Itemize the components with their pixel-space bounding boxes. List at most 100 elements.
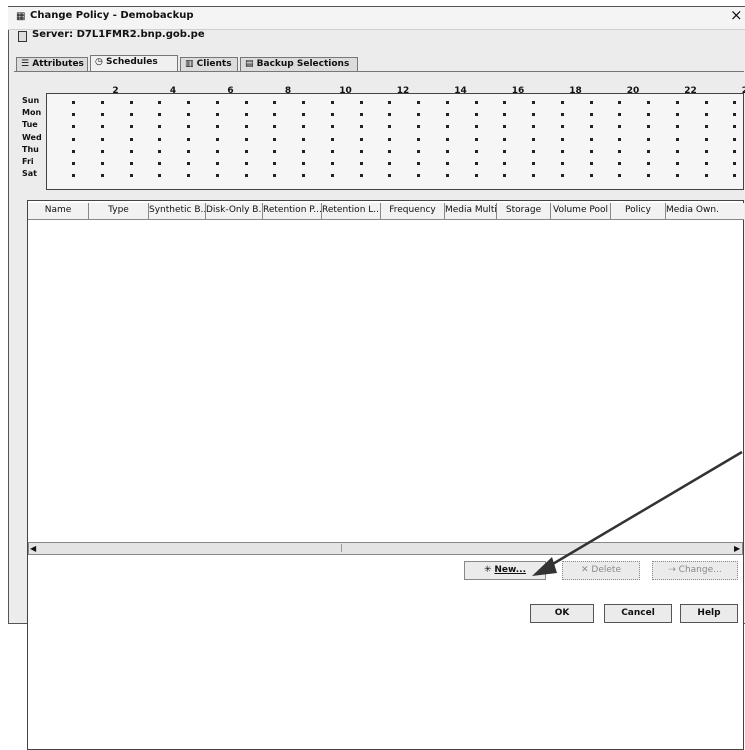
change-button[interactable]: ⇢ Change...: [652, 561, 738, 580]
grid-cell-marker: [445, 162, 449, 165]
grid-cell-marker: [359, 174, 363, 178]
schedules-table[interactable]: [27, 200, 744, 750]
grid-cell-marker: [417, 174, 420, 178]
cancel-button[interactable]: Cancel: [604, 604, 672, 623]
grid-cell-marker: [215, 113, 219, 117]
grid-cell-marker: [532, 162, 535, 165]
column-header[interactable]: Media Own...: [665, 203, 719, 219]
grid-cell-marker: [503, 113, 507, 117]
grid-cell-marker: [474, 125, 478, 129]
grid-cell-marker: [244, 174, 248, 178]
grid-cell-marker: [302, 101, 305, 104]
grid-cell-marker: [560, 125, 564, 129]
day-label: Sat: [22, 169, 37, 179]
grid-cell-marker: [129, 125, 133, 129]
day-label: Thu: [22, 144, 39, 154]
grid-cell-marker: [474, 174, 478, 178]
grid-cell-marker: [417, 101, 420, 104]
grid-cell-marker: [445, 137, 449, 141]
grid-cell-marker: [129, 149, 133, 153]
grid-cell-marker: [532, 174, 535, 178]
help-button[interactable]: Help: [680, 604, 738, 623]
grid-cell-marker: [100, 174, 104, 178]
column-header[interactable]: Retention L...: [321, 203, 380, 219]
grid-cell-marker: [647, 101, 650, 104]
grid-cell-marker: [618, 113, 622, 117]
grid-cell-marker: [72, 113, 75, 117]
server-icon: [18, 31, 27, 42]
tab-backup-selections[interactable]: ▤ Backup Selections: [240, 57, 358, 71]
grid-cell-marker: [302, 174, 305, 178]
grid-cell-marker: [647, 125, 650, 129]
grid-cell-marker: [675, 174, 679, 178]
grid-cell-marker: [618, 162, 622, 165]
grid-cell-marker: [100, 125, 104, 129]
close-icon[interactable]: ×: [730, 8, 743, 23]
grid-cell-marker: [503, 149, 507, 153]
grid-cell-marker: [72, 149, 75, 153]
day-label: Fri: [22, 157, 34, 166]
tab-schedules[interactable]: ◷ Schedules: [90, 55, 178, 72]
new-button[interactable]: ✳ New...: [464, 561, 546, 580]
grid-cell-marker: [100, 113, 104, 117]
grid-cell-marker: [187, 174, 190, 178]
tab-clients[interactable]: ▥ Clients: [180, 57, 238, 71]
horizontal-scrollbar[interactable]: [28, 542, 743, 555]
grid-cell-marker: [503, 125, 507, 129]
grid-cell-marker: [215, 174, 219, 178]
grid-cell-marker: [388, 137, 392, 141]
grid-cell-marker: [474, 113, 478, 117]
column-header[interactable]: Storage: [496, 203, 550, 219]
day-label: Mon: [22, 108, 42, 118]
ok-button[interactable]: OK: [530, 604, 594, 623]
grid-cell-marker: [647, 149, 650, 153]
grid-cell-marker: [618, 137, 622, 141]
grid-cell-marker: [100, 162, 104, 165]
grid-cell-marker: [589, 174, 593, 178]
grid-cell-marker: [704, 101, 708, 104]
column-header[interactable]: Type: [88, 203, 148, 219]
scroll-left-icon[interactable]: ◀: [30, 544, 36, 553]
column-header[interactable]: Name: [28, 203, 88, 219]
tab-attributes[interactable]: ☰ Attributes: [16, 57, 88, 71]
column-header[interactable]: Synthetic B...: [148, 203, 205, 219]
grid-cell-marker: [388, 174, 392, 178]
column-header[interactable]: Policy: [610, 203, 665, 219]
grid-cell-marker: [359, 113, 363, 117]
grid-cell-marker: [532, 113, 535, 117]
app-icon: ▦: [16, 11, 26, 22]
clock-icon: ◷: [95, 57, 106, 67]
server-label: Server: D7L1FMR2.bnp.gob.pe: [32, 29, 205, 40]
column-header[interactable]: Disk-Only B...: [205, 203, 262, 219]
schedule-grid[interactable]: [46, 93, 744, 190]
grid-cell-marker: [72, 174, 75, 178]
grid-cell-marker: [647, 113, 650, 117]
grid-cell-marker: [273, 149, 277, 153]
delete-button[interactable]: ✕ Delete: [562, 561, 640, 580]
scroll-thumb[interactable]: [341, 544, 348, 552]
grid-cell-marker: [618, 101, 622, 104]
scroll-right-icon[interactable]: ▶: [734, 544, 740, 553]
grid-cell-marker: [215, 162, 219, 165]
grid-cell-marker: [647, 174, 650, 178]
grid-cell-marker: [273, 113, 277, 117]
grid-cell-marker: [733, 113, 737, 117]
column-header[interactable]: Volume Pool: [550, 203, 610, 219]
grid-cell-marker: [589, 149, 593, 153]
grid-cell-marker: [445, 149, 449, 153]
grid-cell-marker: [100, 149, 104, 153]
grid-cell-marker: [158, 174, 162, 178]
column-header[interactable]: Frequency: [380, 203, 444, 219]
grid-cell-marker: [388, 101, 392, 104]
grid-cell-marker: [244, 101, 248, 104]
grid-cell-marker: [244, 113, 248, 117]
column-header[interactable]: Retention P...: [262, 203, 321, 219]
grid-cell-marker: [589, 137, 593, 141]
grid-cell-marker: [330, 137, 334, 141]
grid-cell-marker: [733, 137, 737, 141]
column-header[interactable]: Media Multi...: [444, 203, 496, 219]
grid-cell-marker: [72, 101, 75, 104]
tab-divider: [14, 71, 744, 72]
grid-cell-marker: [733, 101, 737, 104]
grid-cell-marker: [273, 125, 277, 129]
